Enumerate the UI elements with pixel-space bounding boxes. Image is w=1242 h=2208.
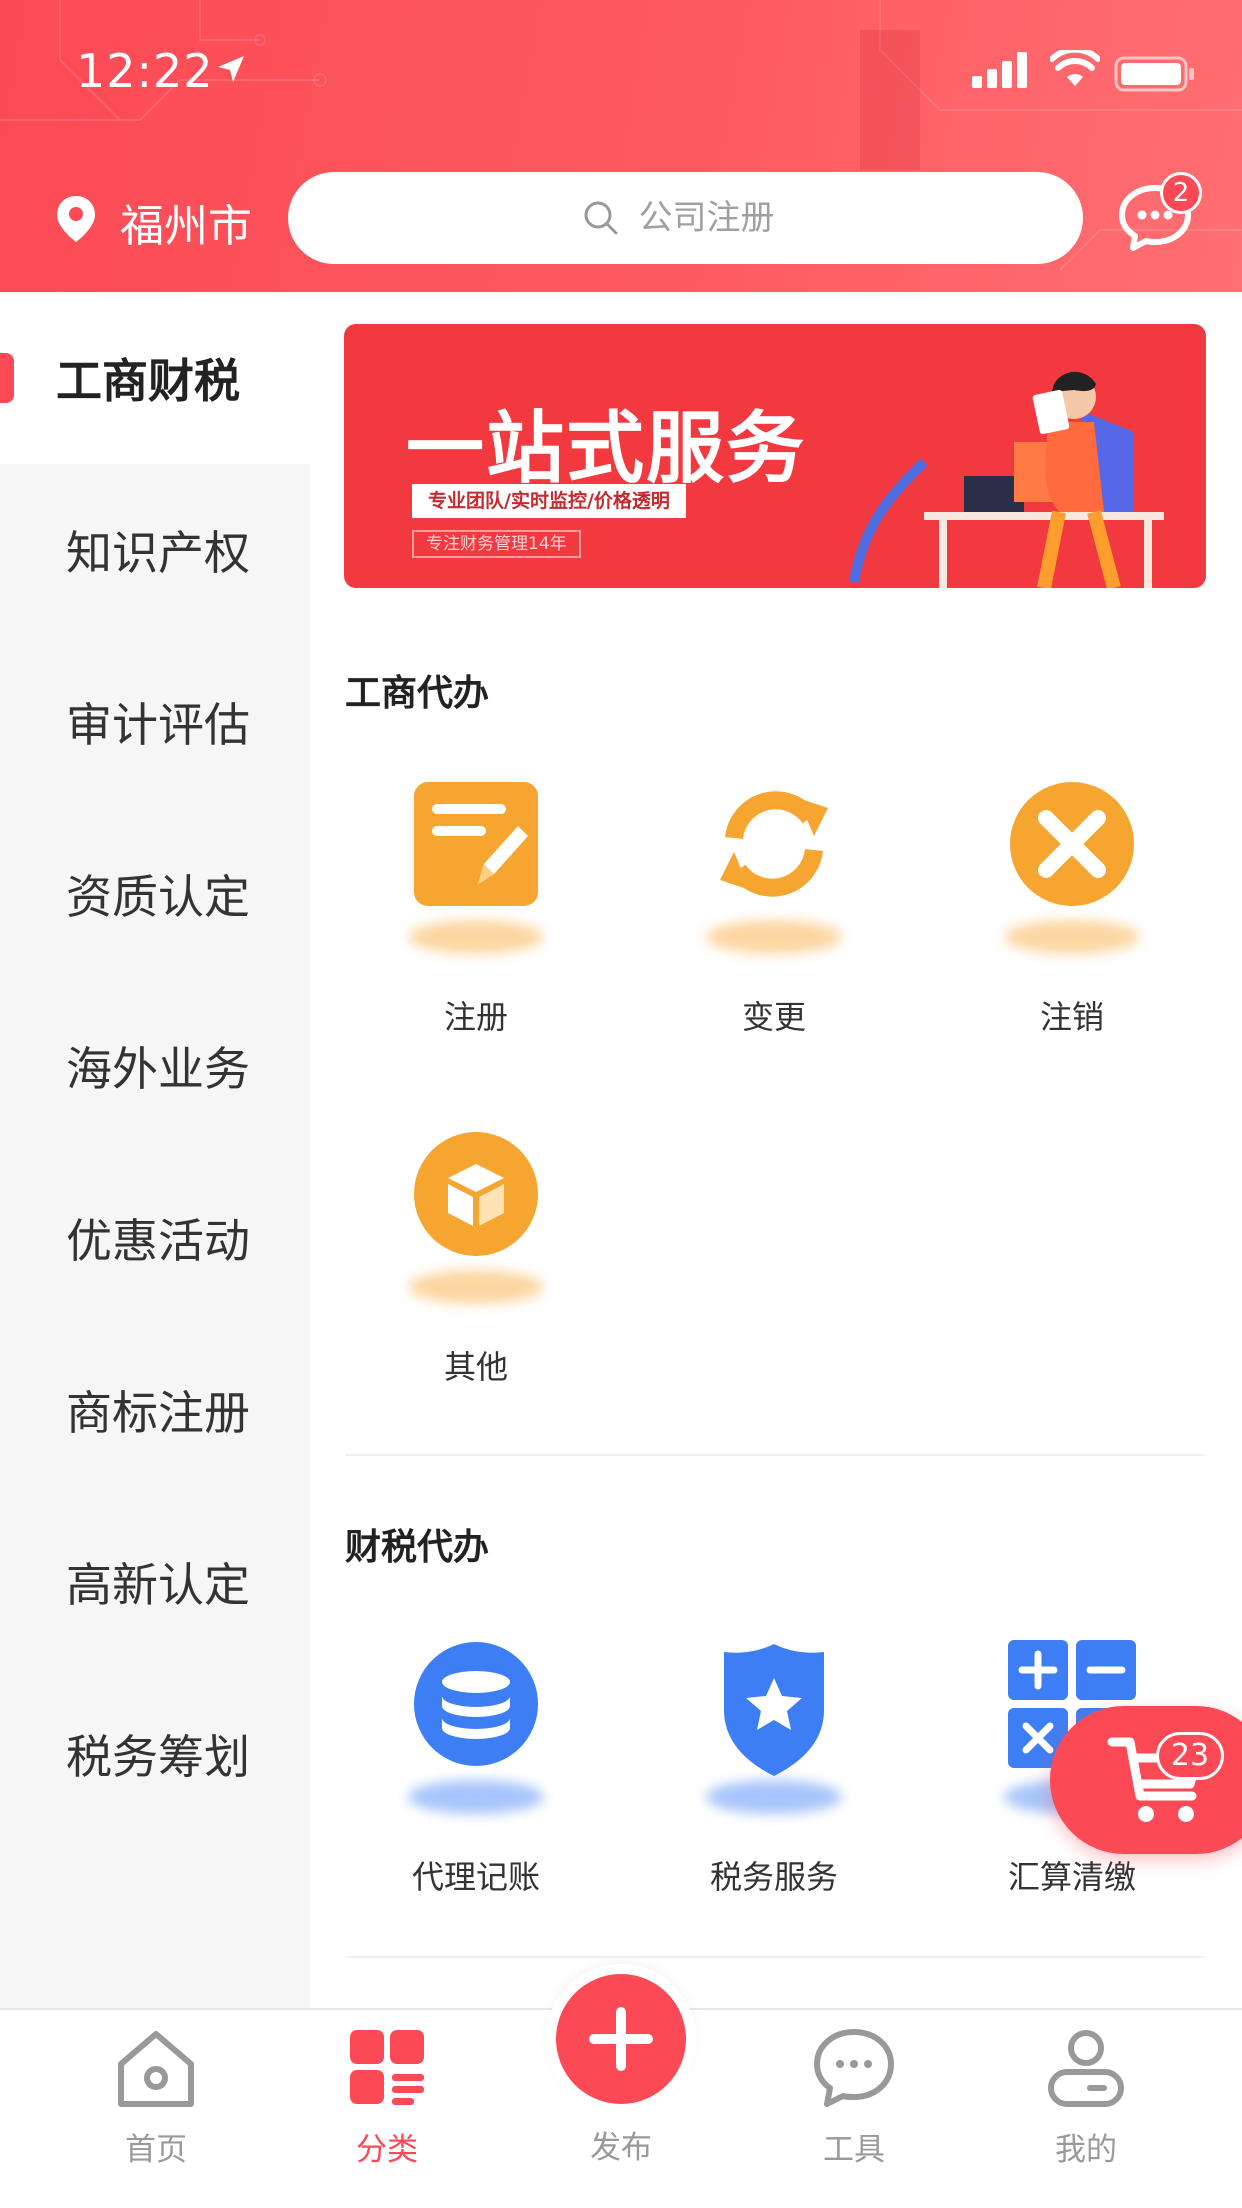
home-icon [118,2031,194,2107]
status-time: 12:22 [76,44,214,98]
service-label: 代理记账 [411,1858,540,1896]
cart-button[interactable] [1050,1706,1242,1854]
search-bar[interactable] [288,172,1083,264]
section-divider [345,1454,1205,1456]
service-label: 税务服务 [709,1858,838,1896]
tab-home[interactable]: 首页 [56,2026,256,2169]
close-circle-icon [1010,782,1134,906]
sidebar-item-intellectual-property[interactable]: 知识产权 [0,464,310,636]
shield-star-icon [724,1644,824,1776]
section-divider [345,1956,1205,1958]
chat-bubble-icon [814,2029,894,2107]
bottom-tab-bar: 首页 分类 发布 工具 我的 [0,1964,1242,2208]
tab-category[interactable]: 分类 [287,2026,487,2169]
sidebar-item-audit[interactable]: 审计评估 [0,636,310,808]
edit-note-icon [414,782,538,906]
sidebar-item-qualification[interactable]: 资质认定 [0,808,310,980]
search-input[interactable] [638,198,789,238]
banner-subtitle: 专业团队/实时监控/价格透明 [412,484,686,518]
sidebar-item-label: 海外业务 [66,1042,250,1096]
top-header: 12:22 福州市 2 [0,0,1242,292]
sidebar-item-high-tech[interactable]: 高新认定 [0,1496,310,1668]
icon-shadow [408,1270,544,1304]
service-label: 注销 [1039,998,1104,1036]
wifi-icon [1050,50,1100,86]
service-item-register[interactable]: 注册 [326,780,626,1038]
sidebar-item-label: 税务筹划 [66,1730,250,1784]
sidebar-item-overseas[interactable]: 海外业务 [0,980,310,1152]
banner-title: 一站式服务 [406,404,807,494]
banner-note: 专注财务管理14年 [412,530,581,558]
service-item-other[interactable]: 其他 [326,1130,626,1388]
location-arrow-icon [218,56,244,82]
section-title-business: 工商代办 [345,673,490,714]
tab-publish[interactable] [556,1974,686,2104]
banner-illustration [849,371,1164,588]
icon-shadow [408,920,544,954]
service-label: 其他 [443,1348,508,1386]
sidebar-item-label: 商标注册 [66,1386,250,1440]
tab-tools[interactable]: 工具 [754,2026,954,2169]
category-sidebar: 工商财税 知识产权 审计评估 资质认定 海外业务 优惠活动 商标注册 高新认定 … [0,292,310,2008]
promo-banner[interactable]: 一站式服务 专业团队/实时监控/价格透明 专注财务管理14年 [344,324,1206,588]
service-item-tax-service[interactable]: 税务服务 [624,1640,924,1898]
tab-label: 发布 [590,2130,652,2166]
sidebar-item-tax-planning[interactable]: 税务筹划 [0,1668,310,1840]
sidebar-item-label: 优惠活动 [66,1214,250,1268]
icon-shadow [408,1780,544,1814]
location-pin-icon[interactable] [54,194,98,244]
active-indicator [0,353,14,403]
city-selector[interactable]: 福州市 [120,190,252,254]
section-title-tax: 财税代办 [345,1527,490,1568]
cart-count-badge: 23 [1156,1732,1224,1780]
category-icon [350,2030,424,2105]
signal-icon [972,52,1027,88]
box-icon [414,1132,538,1256]
coin-stack-icon [414,1642,538,1766]
sidebar-item-label: 资质认定 [66,870,250,924]
service-item-bookkeeping[interactable]: 代理记账 [326,1640,626,1898]
service-label: 变更 [741,998,806,1036]
tab-label: 分类 [356,2132,418,2168]
user-icon [1048,2030,1124,2107]
icon-shadow [1004,920,1140,954]
sidebar-item-label: 审计评估 [66,698,250,752]
service-item-cancel[interactable]: 注销 [922,780,1222,1038]
tab-label: 工具 [823,2132,885,2168]
tab-label: 首页 [125,2132,187,2168]
search-icon [584,201,617,235]
sidebar-item-label: 知识产权 [66,526,250,580]
plus-icon [589,2007,653,2071]
icon-shadow [706,920,842,954]
sidebar-item-business-tax[interactable]: 工商财税 [0,292,310,464]
service-item-change[interactable]: 变更 [624,780,924,1038]
sidebar-item-label: 高新认定 [66,1558,250,1612]
service-label: 注册 [443,998,508,1036]
battery-icon [1114,56,1194,92]
refresh-icon [720,791,828,897]
sidebar-item-trademark[interactable]: 商标注册 [0,1324,310,1496]
sidebar-item-promotions[interactable]: 优惠活动 [0,1152,310,1324]
service-label: 汇算清缴 [1007,1858,1136,1896]
icon-shadow [706,1780,842,1814]
sidebar-item-label: 工商财税 [56,354,240,408]
tab-mine[interactable]: 我的 [986,2026,1186,2169]
tab-label: 我的 [1055,2132,1117,2168]
message-badge: 2 [1160,172,1202,214]
